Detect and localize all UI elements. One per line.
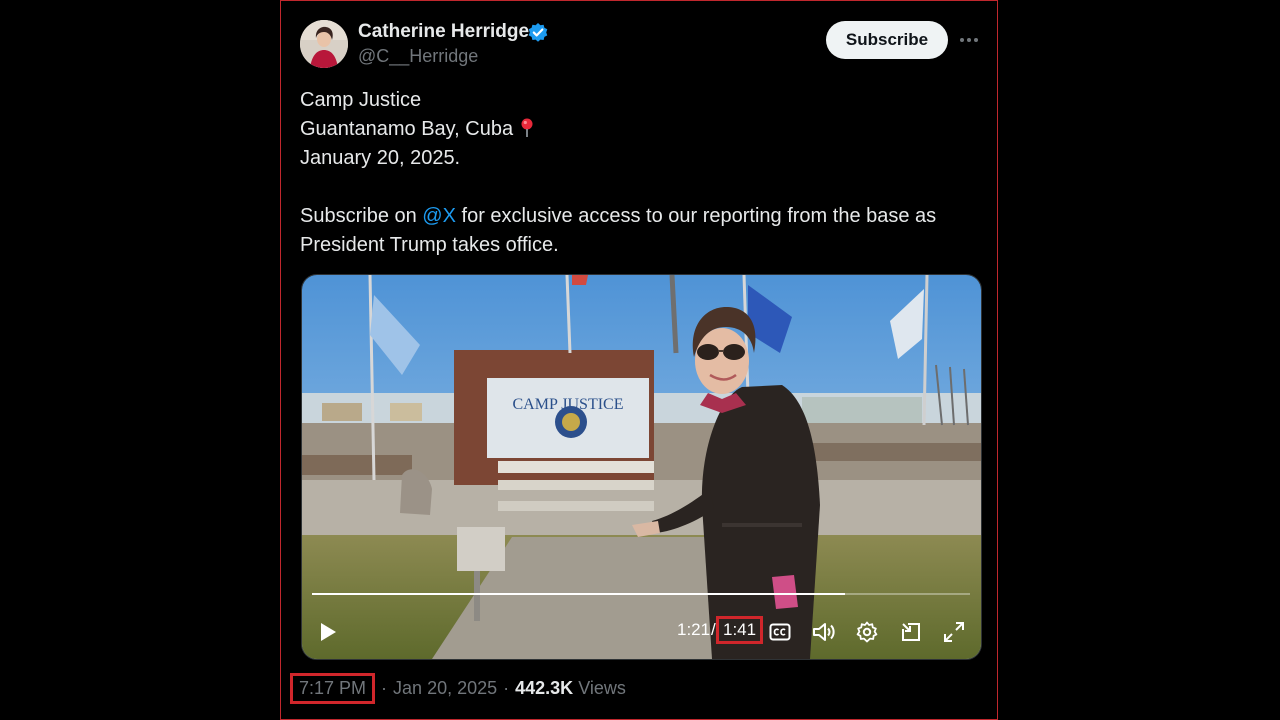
round-pushpin-icon	[519, 118, 535, 147]
progress-track[interactable]	[312, 593, 970, 595]
tweet-line-2: Guantanamo Bay, Cuba	[300, 115, 990, 144]
post-date[interactable]: Jan 20, 2025	[393, 678, 497, 699]
tweet-card: Catherine Herridge @C__Herridge Subscrib…	[280, 0, 998, 720]
verified-badge-icon	[527, 22, 549, 44]
post-time[interactable]: 7:17 PM	[290, 672, 376, 704]
author-handle[interactable]: @C__Herridge	[358, 46, 478, 67]
tweet-line-1: Camp Justice	[300, 89, 422, 111]
pip-icon[interactable]	[897, 618, 925, 646]
tweet-line-5: President Trump takes office.	[300, 234, 559, 256]
captions-icon[interactable]	[766, 618, 794, 646]
author-name[interactable]: Catherine Herridge	[358, 21, 529, 43]
fullscreen-icon[interactable]	[940, 618, 968, 646]
tweet-line-2-text: Guantanamo Bay, Cuba	[300, 118, 514, 140]
tweet-text: Camp Justice Guantanamo Bay, Cuba Januar…	[300, 86, 990, 260]
tweet-line-4-prefix: Subscribe on	[300, 205, 423, 227]
mention-link[interactable]: @X	[422, 205, 456, 227]
meta-separator: ·	[381, 677, 388, 698]
current-time: 1:21	[677, 620, 711, 639]
video-duration: 1:41	[716, 616, 764, 644]
more-horizontal-icon[interactable]	[955, 27, 983, 53]
settings-icon[interactable]	[853, 618, 881, 646]
tweet-line-4-suffix: for exclusive access to our reporting fr…	[455, 205, 937, 227]
views-count[interactable]: 442.3K	[515, 678, 573, 699]
progress-fill	[312, 593, 845, 595]
subscribe-button[interactable]: Subscribe	[826, 21, 948, 59]
tweet-line-3: January 20, 2025.	[300, 147, 461, 169]
volume-icon[interactable]	[810, 618, 838, 646]
author-avatar[interactable]	[300, 20, 348, 68]
tweet-meta: 7:17 PM · Jan 20, 2025 · 442.3K Views	[290, 672, 626, 704]
video-frame: CAMP JUSTICE	[302, 275, 981, 659]
play-icon[interactable]	[314, 618, 342, 646]
tweet-line-4: Subscribe on @X for exclusive access to …	[300, 202, 990, 231]
meta-separator-2: ·	[503, 677, 510, 698]
views-label: Views	[578, 677, 626, 698]
video-player[interactable]: CAMP JUSTICE 1:21 / 1:41	[301, 274, 982, 660]
